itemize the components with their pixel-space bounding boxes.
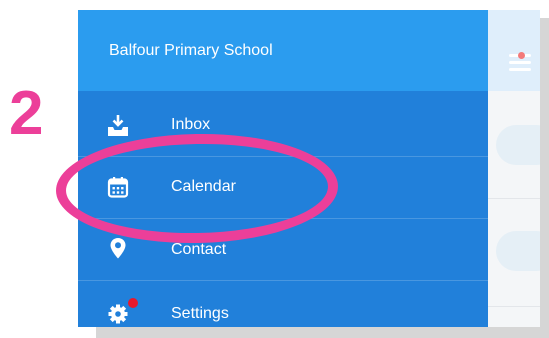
settings-notification-badge bbox=[128, 298, 138, 308]
feed-card-thumbnail[interactable] bbox=[496, 231, 540, 271]
tutorial-step-number: 2 bbox=[9, 79, 44, 148]
menu-item-label: Inbox bbox=[171, 116, 211, 133]
location-pin-icon bbox=[110, 238, 126, 259]
menu-item-label: Contact bbox=[171, 241, 227, 258]
notification-dot bbox=[518, 52, 525, 59]
main-content-peek bbox=[488, 10, 540, 327]
feed-divider bbox=[488, 198, 540, 199]
school-name: Balfour Primary School bbox=[109, 42, 273, 59]
main-header bbox=[488, 10, 540, 91]
gear-icon bbox=[108, 304, 128, 324]
feed-card-thumbnail[interactable] bbox=[496, 125, 540, 165]
menu-item-settings[interactable]: Settings bbox=[78, 281, 488, 327]
menu-item-label: Settings bbox=[171, 305, 229, 322]
inbox-download-icon bbox=[108, 115, 128, 136]
feed-divider bbox=[488, 306, 540, 307]
drawer-header: Balfour Primary School bbox=[78, 10, 488, 91]
